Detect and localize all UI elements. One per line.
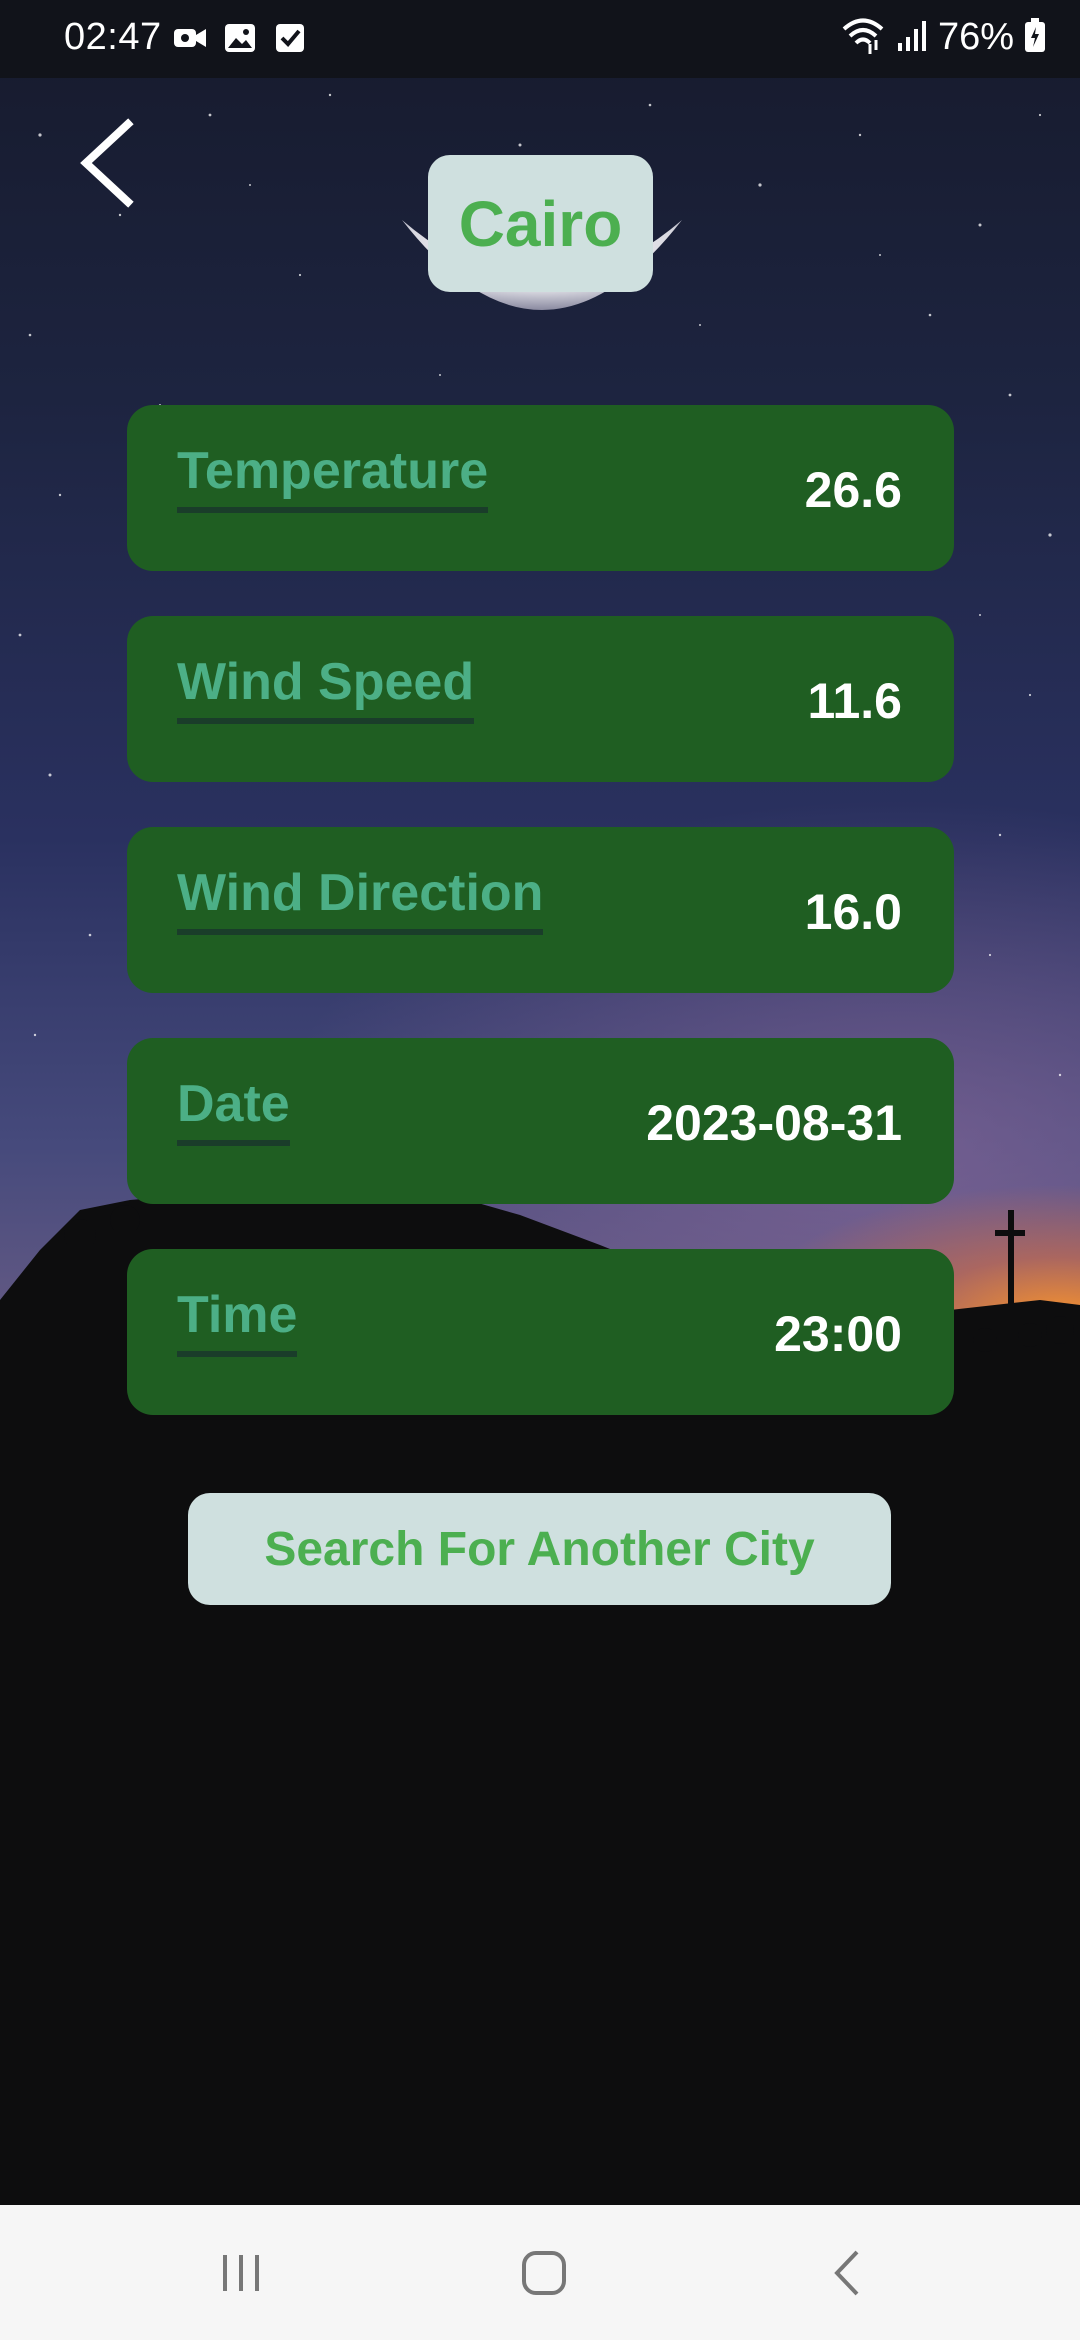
wind-speed-value: 11.6	[807, 673, 902, 729]
video-icon	[172, 20, 208, 56]
back-arrow-icon	[80, 118, 134, 208]
temperature-card: Temperature 26.6	[127, 405, 954, 571]
signal-icon	[896, 17, 928, 58]
wind-direction-card: Wind Direction 16.0	[127, 827, 954, 993]
home-button[interactable]	[499, 2235, 589, 2310]
status-time: 02:47	[64, 16, 162, 58]
wind-speed-label: Wind Speed	[177, 652, 475, 724]
navigation-bar	[0, 2205, 1080, 2340]
recent-apps-icon	[223, 2254, 259, 2291]
home-icon	[522, 2250, 566, 2295]
back-icon	[834, 2250, 859, 2295]
search-another-city-button[interactable]: Search For Another City	[188, 1493, 891, 1605]
image-icon	[222, 20, 258, 56]
battery-percent: 76%	[937, 16, 1014, 58]
date-card: Date 2023-08-31	[127, 1038, 954, 1204]
wifi-icon	[840, 16, 886, 59]
nav-back-button[interactable]	[802, 2235, 892, 2310]
wind-direction-label: Wind Direction	[177, 863, 544, 935]
checkbox-icon	[272, 20, 308, 56]
wind-direction-value: 16.0	[804, 884, 902, 940]
date-value: 2023-08-31	[646, 1095, 902, 1151]
battery-icon	[1024, 17, 1046, 58]
status-bar: 02:47 76%	[0, 0, 1080, 78]
time-label: Time	[177, 1285, 298, 1357]
time-value: 23:00	[774, 1306, 902, 1362]
date-label: Date	[177, 1074, 290, 1146]
wind-speed-card: Wind Speed 11.6	[127, 616, 954, 782]
recent-apps-button[interactable]	[196, 2235, 286, 2310]
temperature-value: 26.6	[804, 462, 902, 518]
city-title: Cairo	[428, 155, 653, 292]
temperature-label: Temperature	[177, 441, 489, 513]
back-button[interactable]	[70, 118, 150, 208]
time-card: Time 23:00	[127, 1249, 954, 1415]
